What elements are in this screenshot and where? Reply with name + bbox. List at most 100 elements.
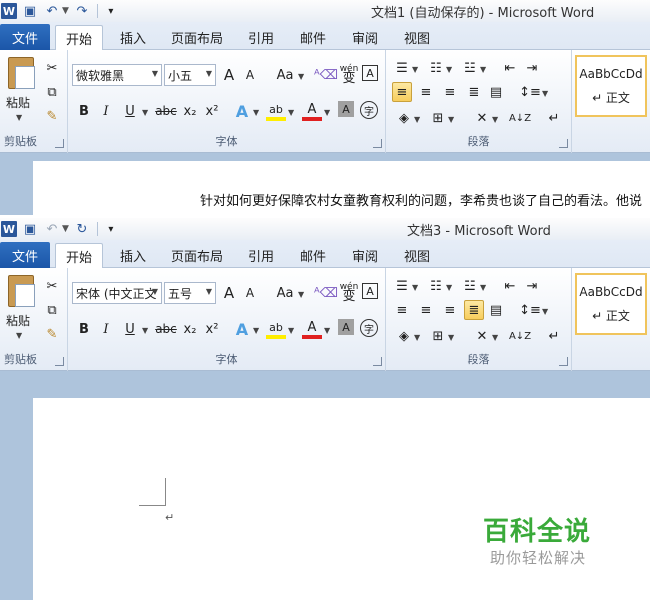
subscript-icon[interactable]: x₂ (180, 101, 200, 121)
chevron-down-icon[interactable]: ▼ (152, 69, 158, 78)
highlight-dropdown-icon[interactable]: ▼ (288, 108, 294, 117)
tab-insert[interactable]: 插入 (112, 25, 154, 50)
underline-dropdown-icon[interactable]: ▼ (142, 108, 148, 117)
tab-home[interactable]: 开始 (55, 25, 103, 51)
borders-dropdown-icon[interactable]: ▼ (448, 333, 454, 342)
bold-icon[interactable]: B (74, 319, 94, 339)
decrease-indent-icon[interactable]: ⇤ (500, 58, 520, 78)
document-text[interactable]: 针对如何更好保障农村女童教育权利的问题，李希贵也谈了自己的看法。他说 (200, 190, 642, 209)
line-spacing-icon[interactable]: ↕≡ (519, 300, 541, 320)
cut-icon[interactable]: ✂ (42, 276, 62, 296)
font-color-dropdown-icon[interactable]: ▼ (324, 326, 330, 335)
italic-icon[interactable]: I (96, 319, 116, 339)
customize-toolbar-icon[interactable]: ▾ (102, 220, 120, 238)
distributed-icon[interactable]: ▤ (486, 300, 506, 320)
tab-page-layout[interactable]: 页面布局 (166, 25, 228, 50)
highlight-icon[interactable]: ab (266, 101, 286, 121)
highlight-icon[interactable]: ab (266, 319, 286, 339)
bullets-dropdown-icon[interactable]: ▼ (412, 283, 418, 292)
chevron-down-icon[interactable]: ▼ (152, 287, 158, 296)
phonetic-guide-icon[interactable]: wén 变 (338, 280, 360, 304)
tab-file[interactable]: 文件 (0, 242, 50, 268)
character-border-icon[interactable]: A (362, 65, 378, 81)
font-size-combo[interactable]: 小五 ▼ (164, 64, 216, 86)
line-spacing-icon[interactable]: ↕≡ (519, 82, 541, 102)
undo-icon[interactable]: ↶ (43, 220, 61, 238)
numbering-dropdown-icon[interactable]: ▼ (446, 65, 452, 74)
grow-font-icon[interactable]: A (219, 283, 239, 303)
paragraph-launcher-icon[interactable] (559, 139, 568, 148)
undo-icon[interactable]: ↶ (43, 2, 61, 20)
text-effects-icon[interactable]: A (232, 101, 252, 121)
format-painter-icon[interactable]: ✎ (42, 106, 62, 126)
tab-view[interactable]: 视图 (396, 25, 438, 50)
tab-references[interactable]: 引用 (240, 25, 282, 50)
multilevel-list-icon[interactable]: ☳ (460, 58, 480, 78)
font-name-combo[interactable]: 宋体 (中文正文 ▼ (72, 282, 162, 304)
shading-icon[interactable]: ◈ (394, 326, 414, 346)
underline-dropdown-icon[interactable]: ▼ (142, 326, 148, 335)
multilevel-list-icon[interactable]: ☳ (460, 276, 480, 296)
justify-icon[interactable]: ≣ (464, 82, 484, 102)
highlight-dropdown-icon[interactable]: ▼ (288, 326, 294, 335)
font-launcher-icon[interactable] (373, 139, 382, 148)
superscript-icon[interactable]: x² (202, 319, 222, 339)
enclose-characters-icon[interactable]: 字 (360, 101, 378, 119)
tab-references[interactable]: 引用 (240, 243, 282, 268)
paste-button-label[interactable]: 粘贴 (6, 94, 30, 111)
undo-dropdown-icon[interactable]: ▼ (62, 6, 69, 16)
underline-icon[interactable]: U (120, 319, 140, 339)
text-effects-dropdown-icon[interactable]: ▼ (253, 326, 259, 335)
shading-icon[interactable]: ◈ (394, 108, 414, 128)
tab-page-layout[interactable]: 页面布局 (166, 243, 228, 268)
text-effects-icon[interactable]: A (232, 319, 252, 339)
undo-dropdown-icon[interactable]: ▼ (62, 224, 69, 234)
word-app-icon[interactable]: W (1, 221, 17, 237)
chinese-layout-dropdown-icon[interactable]: ▼ (492, 115, 498, 124)
increase-indent-icon[interactable]: ⇥ (522, 276, 542, 296)
underline-icon[interactable]: U (120, 101, 140, 121)
sort-icon[interactable]: A↓Z (509, 326, 531, 346)
format-painter-icon[interactable]: ✎ (42, 324, 62, 344)
show-marks-icon[interactable]: ↵ (544, 326, 564, 346)
decrease-indent-icon[interactable]: ⇤ (500, 276, 520, 296)
style-normal[interactable]: AaBbCcDd ↵ 正文 (575, 55, 647, 117)
tab-mailings[interactable]: 邮件 (292, 243, 334, 268)
chinese-layout-icon[interactable]: ✕ (472, 326, 492, 346)
shading-dropdown-icon[interactable]: ▼ (414, 333, 420, 342)
enclose-characters-icon[interactable]: 字 (360, 319, 378, 337)
font-name-combo[interactable]: 微软雅黑 ▼ (72, 64, 162, 86)
document-page[interactable]: 针对如何更好保障农村女童教育权利的问题，李希贵也谈了自己的看法。他说 (33, 161, 650, 215)
align-center-icon[interactable]: ≡ (416, 300, 436, 320)
clipboard-launcher-icon[interactable] (55, 357, 64, 366)
increase-indent-icon[interactable]: ⇥ (522, 58, 542, 78)
bullets-dropdown-icon[interactable]: ▼ (412, 65, 418, 74)
chinese-layout-icon[interactable]: ✕ (472, 108, 492, 128)
redo-icon[interactable]: ↷ (73, 2, 91, 20)
superscript-icon[interactable]: x² (202, 101, 222, 121)
tab-home[interactable]: 开始 (55, 243, 103, 269)
change-case-dropdown-icon[interactable]: ▼ (298, 290, 304, 299)
character-shading-icon[interactable]: A (338, 101, 354, 117)
paste-icon[interactable] (8, 275, 35, 307)
change-case-icon[interactable]: Aa (272, 283, 298, 303)
paragraph-launcher-icon[interactable] (559, 357, 568, 366)
font-color-icon[interactable]: A (302, 319, 322, 339)
line-spacing-dropdown-icon[interactable]: ▼ (542, 89, 548, 98)
line-spacing-dropdown-icon[interactable]: ▼ (542, 307, 548, 316)
tab-review[interactable]: 审阅 (344, 25, 386, 50)
paste-button-label[interactable]: 粘贴 (6, 312, 30, 329)
borders-dropdown-icon[interactable]: ▼ (448, 115, 454, 124)
clipboard-launcher-icon[interactable] (55, 139, 64, 148)
paste-dropdown-icon[interactable]: ▼ (16, 113, 22, 122)
save-icon[interactable]: ▣ (21, 2, 39, 20)
numbering-icon[interactable]: ☷ (426, 58, 446, 78)
strikethrough-icon[interactable]: abc (154, 101, 178, 121)
tab-review[interactable]: 审阅 (344, 243, 386, 268)
numbering-dropdown-icon[interactable]: ▼ (446, 283, 452, 292)
show-marks-icon[interactable]: ↵ (544, 108, 564, 128)
style-normal[interactable]: AaBbCcDd ↵ 正文 (575, 273, 647, 335)
italic-icon[interactable]: I (96, 101, 116, 121)
chevron-down-icon[interactable]: ▼ (206, 69, 212, 78)
multilevel-list-dropdown-icon[interactable]: ▼ (480, 283, 486, 292)
